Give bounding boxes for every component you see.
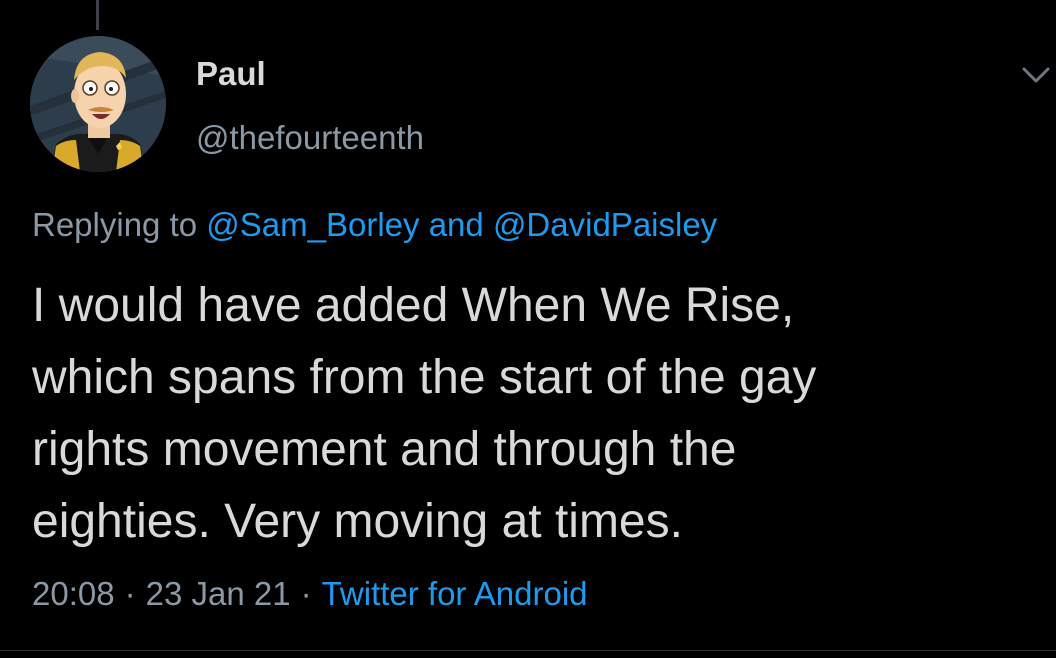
replying-joiner: and — [428, 206, 484, 243]
author-display-name[interactable]: Paul — [196, 54, 266, 94]
tweet-body: I would have added When We Rise, which s… — [32, 270, 1032, 558]
divider — [0, 650, 1056, 651]
author-handle[interactable]: @thefourteenth — [196, 118, 424, 158]
mention-link-david-paisley[interactable]: @DavidPaisley — [493, 206, 717, 243]
tweet-date[interactable]: 23 Jan 21 — [146, 575, 291, 612]
thread-connector-line — [96, 0, 99, 30]
tweet-menu-button[interactable] — [1018, 60, 1054, 90]
mention-link-sam-borley[interactable]: @Sam_Borley — [206, 206, 419, 243]
replying-prefix: Replying to — [32, 206, 198, 243]
tweet-text-line: I would have added When We Rise, — [32, 279, 795, 332]
replying-to-line: Replying to @Sam_Borley and @DavidPaisle… — [32, 205, 717, 245]
chevron-down-icon — [1022, 67, 1050, 83]
meta-separator: · — [300, 575, 312, 612]
meta-separator: · — [124, 575, 136, 612]
author-avatar[interactable] — [30, 36, 166, 172]
tweet-time[interactable]: 20:08 — [32, 575, 115, 612]
tweet-text-line: eighties. Very moving at times. — [32, 495, 683, 548]
cartoon-officer-avatar-icon — [30, 36, 166, 172]
tweet-source-link[interactable]: Twitter for Android — [322, 575, 588, 612]
tweet-metadata: 20:08 · 23 Jan 21 · Twitter for Android — [32, 574, 588, 614]
tweet-text-line: which spans from the start of the gay — [32, 351, 817, 404]
tweet-text-line: rights movement and through the — [32, 423, 737, 476]
